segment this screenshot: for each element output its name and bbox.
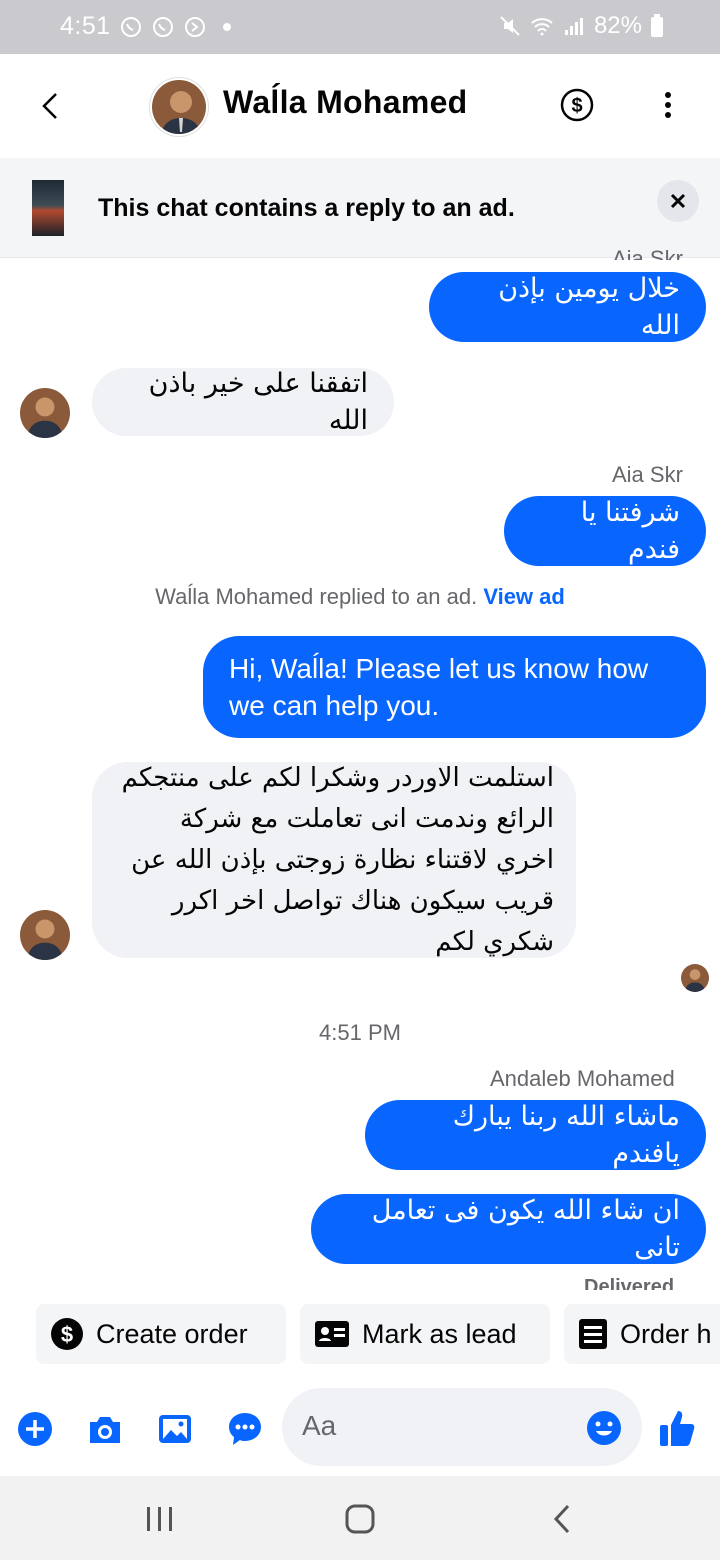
message-composer: Aa: [0, 1380, 720, 1476]
contact-name[interactable]: Waĺla Mohamed: [223, 84, 468, 121]
ad-reply-notice: Waĺla Mohamed replied to an ad. View ad: [0, 584, 720, 610]
order-history-label: Order h: [620, 1318, 712, 1349]
wifi-icon: [531, 18, 553, 36]
battery-icon: [651, 14, 663, 37]
mute-icon: [500, 16, 520, 36]
avatar-image: [20, 910, 70, 960]
close-icon: [670, 193, 686, 209]
sender-label: Aia Skr: [612, 246, 683, 260]
dot-icon: [222, 22, 231, 31]
contact-avatar[interactable]: [150, 78, 208, 136]
create-order-button[interactable]: $ Create order: [36, 1304, 286, 1364]
whatsapp-icon: [120, 16, 141, 37]
ad-reply-banner: This chat contains a reply to an ad.: [0, 158, 720, 258]
message-input-placeholder: Aa: [302, 1410, 337, 1441]
order-history-button[interactable]: Order h: [564, 1304, 720, 1364]
mark-as-lead-label: Mark as lead: [362, 1318, 517, 1349]
create-order-label: Create order: [96, 1318, 248, 1349]
svg-text:$: $: [61, 1322, 73, 1347]
sender-label: Andaleb Mohamed: [490, 1066, 675, 1091]
chat-extensions-button[interactable]: [226, 1410, 264, 1448]
dollar-circle-icon: $: [560, 88, 594, 122]
message-timestamp: 4:51 PM: [319, 1020, 401, 1045]
view-ad-link[interactable]: View ad: [483, 584, 565, 609]
mark-as-lead-button[interactable]: Mark as lead: [300, 1304, 550, 1364]
signal-icon: [564, 18, 583, 35]
plus-circle-icon: [18, 1412, 52, 1446]
avatar-image: [681, 964, 709, 992]
back-nav-icon[interactable]: [546, 1502, 582, 1536]
close-ad-banner-button[interactable]: [657, 180, 699, 222]
more-options-button[interactable]: [654, 86, 682, 124]
thumbs-up-icon: [660, 1411, 695, 1446]
message-bubble[interactable]: ماشاء الله ربنا يبارك يافندم: [365, 1100, 706, 1170]
sender-label: Aia Skr: [612, 462, 683, 487]
message-bubble[interactable]: خلال يومين بإذن الله: [429, 272, 706, 342]
back-button[interactable]: [30, 84, 70, 128]
chat-header: Waĺla Mohamed $: [0, 54, 720, 158]
contact-avatar-small[interactable]: [20, 388, 70, 438]
camera-icon: [90, 1417, 120, 1443]
status-bar: 4:51 82%: [0, 0, 720, 54]
list-icon: [579, 1319, 607, 1349]
camera-button[interactable]: [86, 1410, 124, 1448]
add-button[interactable]: [16, 1410, 54, 1448]
ad-banner-text: This chat contains a reply to an ad.: [98, 194, 515, 222]
message-bubble[interactable]: Hi, Waĺla! Please let us know how we can…: [203, 636, 706, 738]
whatsapp-icon: [152, 16, 173, 37]
contact-avatar-small[interactable]: [20, 910, 70, 960]
chat-bubble-icon: [229, 1413, 261, 1445]
gallery-button[interactable]: [156, 1410, 194, 1448]
message-bubble[interactable]: استلمت الاوردر وشكرا لكم على منتجكم الرا…: [92, 762, 576, 958]
message-bubble[interactable]: ان شاء الله يكون فى تعامل تانى: [311, 1194, 706, 1264]
payment-button[interactable]: $: [560, 88, 594, 122]
battery-percent: 82%: [593, 12, 642, 39]
dollar-circle-icon: $: [51, 1318, 83, 1350]
smiley-icon: [587, 1411, 621, 1445]
avatar-image: [20, 388, 70, 438]
seen-avatar: [681, 964, 709, 992]
sync-icon: [184, 16, 205, 37]
vertical-dots-icon: [665, 92, 671, 118]
quick-actions-bar: $ Create order Mark as lead Order h: [0, 1290, 720, 1380]
chevron-left-icon: [42, 93, 57, 119]
home-icon[interactable]: [342, 1502, 378, 1536]
like-button[interactable]: [658, 1408, 696, 1448]
svg-text:$: $: [571, 95, 582, 117]
ad-reply-text: Waĺla Mohamed replied to an ad.: [155, 584, 478, 609]
status-time: 4:51: [60, 12, 111, 40]
emoji-button[interactable]: [586, 1410, 622, 1446]
id-card-icon: [315, 1321, 349, 1347]
image-icon: [159, 1415, 191, 1443]
ad-thumbnail[interactable]: [32, 180, 64, 236]
message-bubble[interactable]: اتفقنا على خير باذن الله: [92, 368, 394, 436]
message-bubble[interactable]: شرفتنا يا فندم: [504, 496, 706, 566]
system-navigation-bar: [0, 1476, 720, 1560]
recent-apps-icon[interactable]: [142, 1502, 178, 1536]
avatar-image: [152, 80, 206, 134]
